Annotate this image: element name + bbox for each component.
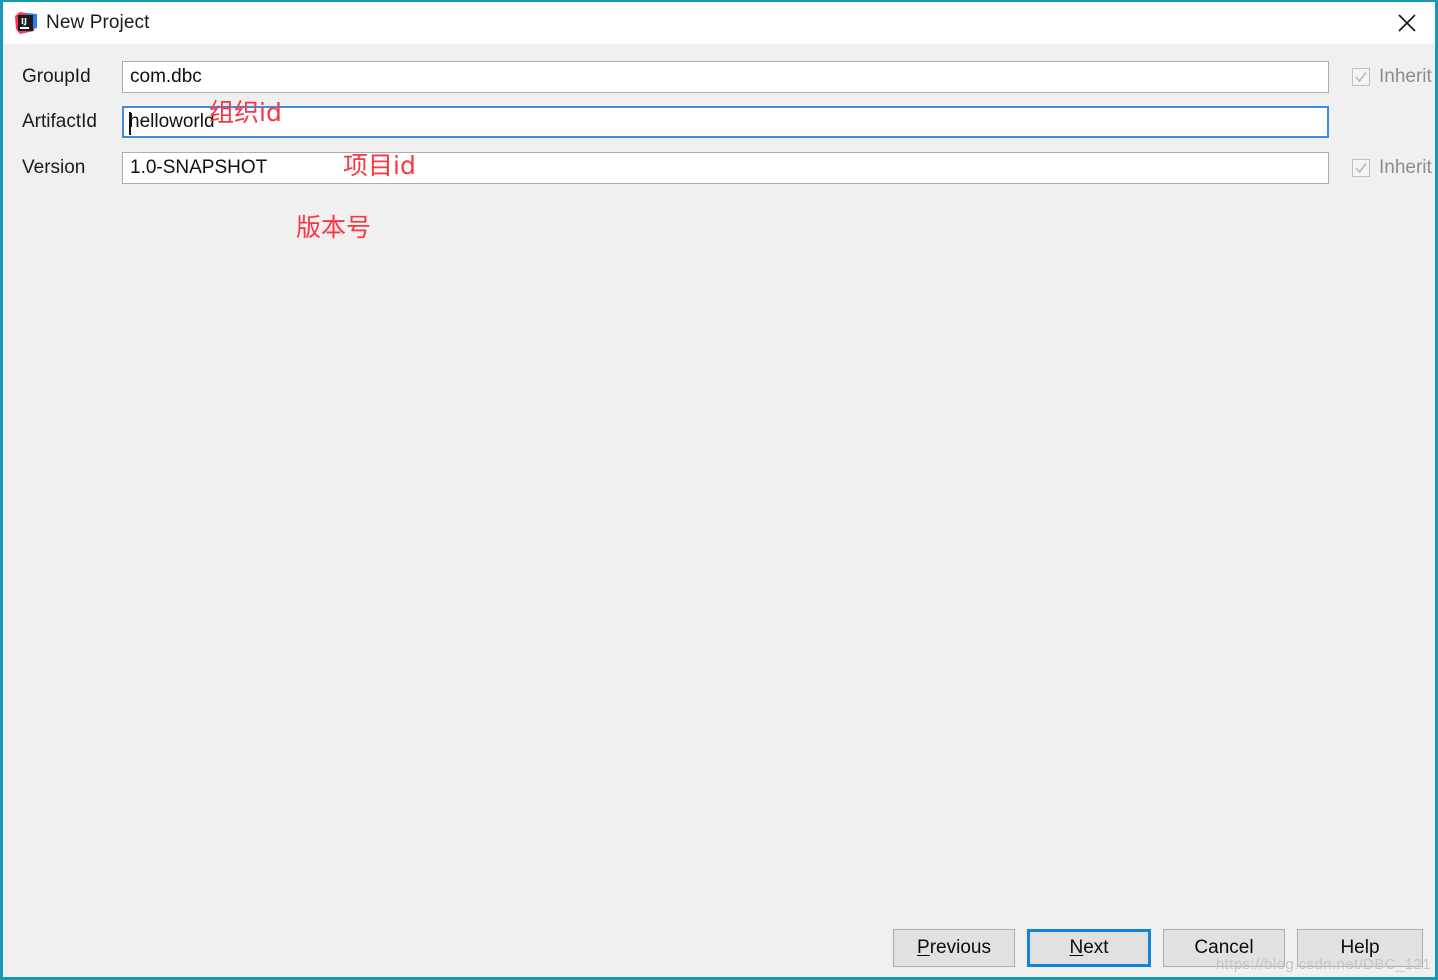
version-inherit-label: Inherit bbox=[1379, 157, 1432, 178]
groupid-input[interactable]: com.dbc bbox=[122, 61, 1329, 93]
version-value: 1.0-SNAPSHOT bbox=[130, 157, 268, 178]
dialog-titlebar: IJ New Project bbox=[3, 2, 1435, 44]
annotation-version: 版本号 bbox=[296, 213, 372, 242]
artifactid-label: ArtifactId bbox=[22, 111, 97, 132]
groupid-inherit-label: Inherit bbox=[1379, 66, 1432, 87]
dialog-title: New Project bbox=[46, 12, 150, 33]
next-mnemonic: N bbox=[1069, 937, 1084, 958]
checkmark-icon bbox=[1352, 159, 1370, 177]
close-icon[interactable] bbox=[1379, 2, 1435, 44]
groupid-inherit-checkbox[interactable]: Inherit bbox=[1352, 66, 1432, 88]
intellij-idea-icon: IJ bbox=[15, 12, 37, 34]
groupid-value: com.dbc bbox=[130, 66, 202, 87]
watermark: https://blog.csdn.net/DBC_121 bbox=[1215, 956, 1431, 973]
version-input[interactable]: 1.0-SNAPSHOT bbox=[122, 152, 1329, 184]
next-button[interactable]: Next bbox=[1027, 929, 1151, 967]
next-button-label: ext bbox=[1083, 937, 1109, 958]
version-label: Version bbox=[22, 157, 86, 178]
previous-button-label: revious bbox=[929, 937, 991, 958]
svg-text:IJ: IJ bbox=[21, 17, 27, 26]
groupid-label: GroupId bbox=[22, 66, 91, 87]
previous-button[interactable]: Previous bbox=[893, 929, 1015, 967]
text-caret bbox=[129, 112, 131, 135]
artifactid-value: helloworld bbox=[129, 111, 215, 132]
version-inherit-checkbox[interactable]: Inherit bbox=[1352, 157, 1432, 179]
previous-mnemonic: P bbox=[917, 937, 930, 958]
form-row-artifactid: ArtifactId helloworld bbox=[3, 105, 1435, 139]
form-row-groupid: GroupId com.dbc Inherit bbox=[3, 60, 1435, 94]
new-project-dialog: IJ New Project GroupId com.dbc Inherit A… bbox=[0, 0, 1438, 980]
maven-coordinates-form: GroupId com.dbc Inherit ArtifactId hello… bbox=[3, 44, 1435, 977]
checkmark-icon bbox=[1352, 68, 1370, 86]
form-row-version: Version 1.0-SNAPSHOT Inherit bbox=[3, 151, 1435, 185]
artifactid-input[interactable]: helloworld bbox=[122, 106, 1329, 138]
